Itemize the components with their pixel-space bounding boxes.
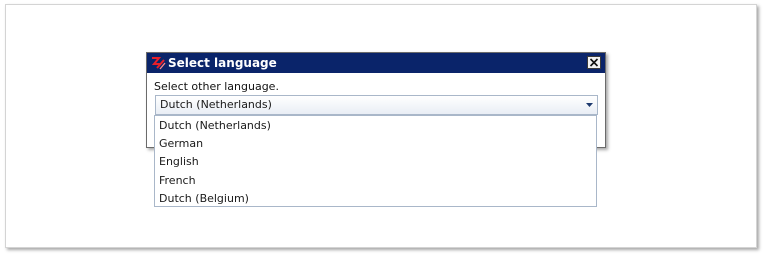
language-option[interactable]: Dutch (Netherlands) (155, 117, 596, 135)
dialog-title: Select language (168, 56, 277, 70)
chevron-down-icon (586, 103, 593, 107)
language-select[interactable]: Dutch (Netherlands) (155, 95, 598, 115)
close-button[interactable] (587, 56, 601, 69)
language-dropdown-list[interactable]: Dutch (Netherlands) German English Frenc… (154, 115, 597, 207)
language-option[interactable]: German (155, 135, 596, 153)
language-select-value: Dutch (Netherlands) (160, 98, 272, 111)
close-icon (589, 58, 599, 67)
language-option[interactable]: Dutch (Belgium) (155, 190, 596, 208)
select-language-prompt: Select other language. (154, 80, 279, 93)
app-logo-icon (151, 55, 166, 71)
language-option[interactable]: English (155, 153, 596, 171)
language-option[interactable]: French (155, 172, 596, 190)
dialog-titlebar[interactable]: Select language (147, 53, 605, 73)
